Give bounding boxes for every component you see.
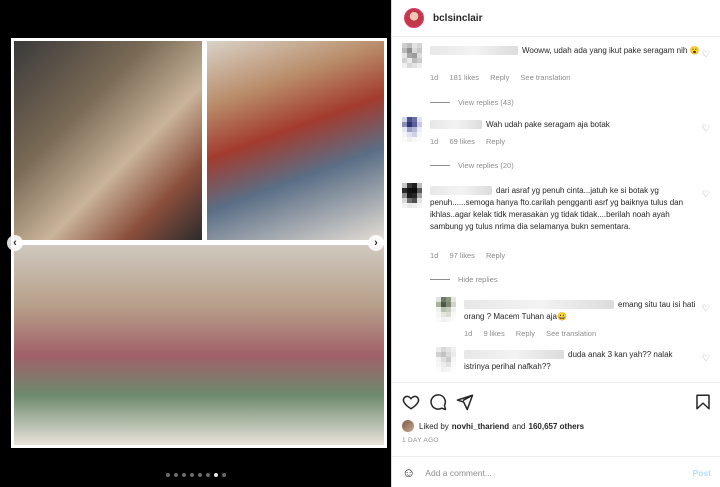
reply-button[interactable]: Reply	[486, 137, 505, 146]
blurred-username[interactable]	[430, 186, 492, 196]
see-translation-link[interactable]: See translation	[546, 329, 596, 338]
liker-avatar[interactable]	[402, 420, 414, 432]
see-translation-link[interactable]: See translation	[520, 73, 570, 82]
likes-others-count[interactable]: 160,657 others	[529, 422, 585, 431]
media-pane: ‹ ›	[0, 0, 391, 487]
reply-button[interactable]: Reply	[486, 251, 505, 260]
carousel-dot	[221, 473, 226, 477]
commenter-avatar[interactable]	[436, 347, 456, 373]
carousel-dot	[189, 473, 194, 477]
share-send-icon[interactable]	[456, 393, 474, 411]
add-comment-input[interactable]: Add a comment...	[425, 468, 692, 478]
carousel-dots	[0, 473, 391, 477]
carousel-dot	[205, 473, 210, 477]
comment-text: Wooww, udah ada yang ikut pake seragam n…	[522, 46, 700, 55]
post-actions-section: Liked by novhi_thariend and 160,657 othe…	[392, 382, 720, 487]
commenter-avatar[interactable]	[436, 297, 456, 323]
carousel-dot	[165, 473, 170, 477]
emoji-smiley-icon[interactable]: ☺	[402, 465, 415, 480]
carousel-next-button[interactable]: ›	[368, 235, 384, 251]
photo-couple	[14, 41, 202, 240]
post-side-panel: bclsinclair Wooww, udah ada yang ikut pa…	[391, 0, 720, 487]
action-icon-row	[402, 393, 712, 411]
author-username[interactable]: bclsinclair	[433, 13, 482, 24]
photo-family-group	[207, 41, 384, 240]
post-comment-button[interactable]: Post	[693, 468, 711, 478]
comment-bubble-icon[interactable]	[429, 393, 447, 411]
like-comment-heart-icon[interactable]: ♡	[702, 303, 710, 314]
comment-likes[interactable]: 9 likes	[483, 329, 504, 338]
blurred-username[interactable]	[430, 46, 518, 56]
like-comment-heart-icon[interactable]: ♡	[702, 353, 710, 364]
carousel-dot	[213, 473, 218, 477]
like-comment-heart-icon[interactable]: ♡	[702, 189, 710, 200]
commenter-avatar[interactable]	[402, 117, 422, 143]
carousel-prev-button[interactable]: ‹	[7, 235, 23, 251]
comment-item: Wooww, udah ada yang ikut pake seragam n…	[402, 43, 716, 113]
comment-age: 1d	[430, 251, 439, 260]
add-comment-bar: ☺ Add a comment... Post	[392, 456, 720, 487]
hide-replies-toggle[interactable]: Hide replies	[430, 275, 498, 284]
carousel-dot	[173, 473, 178, 477]
reply-button[interactable]: Reply	[490, 73, 509, 82]
reply-item: duda anak 3 kan yah?? nalak istrinya per…	[436, 347, 716, 382]
liked-by-summary: Liked by novhi_thariend and 160,657 othe…	[402, 420, 587, 432]
comment-age: 1d	[430, 137, 439, 146]
liker-username[interactable]: novhi_thariend	[452, 422, 509, 431]
blurred-username[interactable]	[430, 120, 482, 130]
post-header: bclsinclair	[392, 0, 720, 37]
comment-age: 1d	[430, 73, 439, 82]
carousel-dot	[197, 473, 202, 477]
blurred-username[interactable]	[464, 300, 614, 310]
photo-large-family-gathering	[14, 245, 384, 445]
comment-age: 1d	[464, 329, 473, 338]
comment-text: Wah udah pake seragam aja botak	[486, 120, 610, 129]
comment-likes[interactable]: 69 likes	[449, 137, 474, 146]
post-date: 1 DAY AGO	[402, 437, 439, 444]
view-replies-toggle[interactable]: View replies (20)	[430, 161, 514, 170]
comments-list: Wooww, udah ada yang ikut pake seragam n…	[392, 37, 720, 382]
comment-item: Wah udah pake seragam aja botak ♡ 1d 69 …	[402, 117, 716, 177]
comment-likes[interactable]: 97 likes	[449, 251, 474, 260]
like-comment-heart-icon[interactable]: ♡	[702, 49, 710, 60]
comment-likes[interactable]: 181 likes	[449, 73, 479, 82]
save-bookmark-icon[interactable]	[694, 393, 712, 411]
commenter-avatar[interactable]	[402, 183, 422, 209]
carousel-dot	[181, 473, 186, 477]
photo-collage[interactable]	[11, 38, 387, 448]
view-replies-toggle[interactable]: View replies (43)	[430, 98, 514, 107]
blurred-username[interactable]	[464, 350, 564, 360]
reply-item: emang situ tau isi hati orang ? Macem Tu…	[436, 297, 716, 347]
instagram-post-view: ‹ › bclsinclair Wooww, udah ada yang iku…	[0, 0, 720, 487]
comment-item: dari asraf yg penuh cinta...jatuh ke si …	[402, 183, 716, 293]
reply-button[interactable]: Reply	[516, 329, 535, 338]
like-comment-heart-icon[interactable]: ♡	[702, 123, 710, 134]
commenter-avatar[interactable]	[402, 43, 422, 69]
author-avatar[interactable]	[404, 8, 424, 28]
like-heart-icon[interactable]	[402, 393, 420, 411]
